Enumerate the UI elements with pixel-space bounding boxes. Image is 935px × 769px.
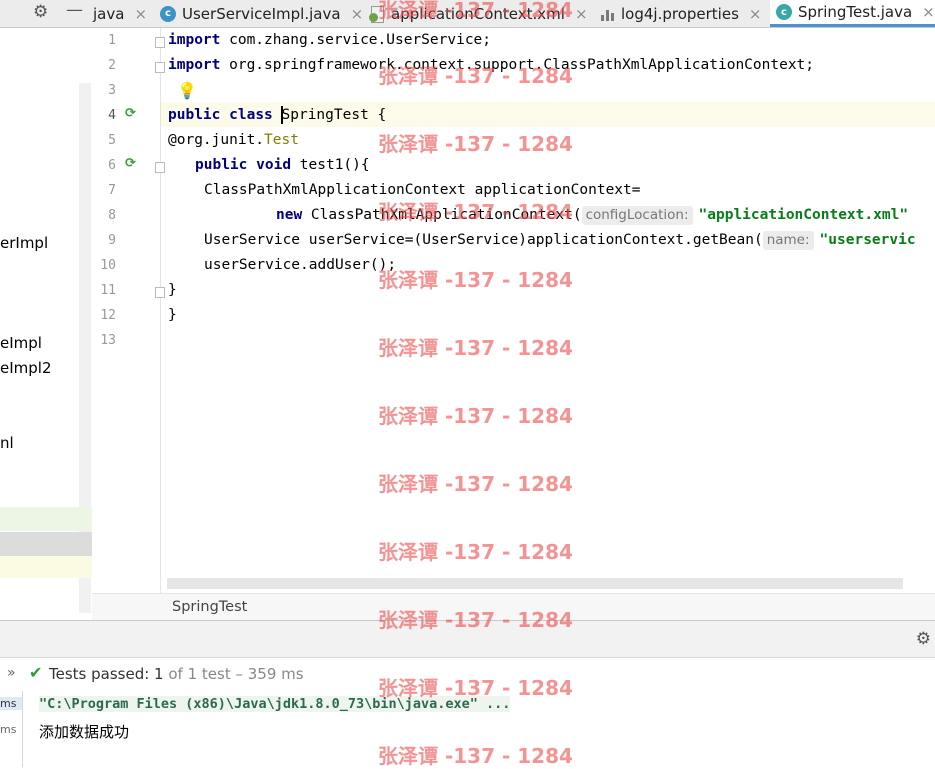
tree-item[interactable]: nl [0,434,79,452]
line-number: 4 [108,108,116,123]
line-number: 9 [108,233,116,248]
expand-chevron-icon[interactable]: » [7,665,16,681]
editor-gutter: 1 2 3 4 5 6 7 8 9 10 11 12 13 ⟳ ⟳ [92,28,165,593]
code-line-12[interactable]: } [168,303,177,328]
line-number: 11 [100,283,116,298]
breadcrumb: SpringTest [92,593,935,620]
line-number: 2 [108,58,116,73]
close-icon[interactable]: × [922,3,935,21]
tab-label: java [93,4,125,23]
code-line-1[interactable]: import com.zhang.service.UserService; [168,28,491,53]
tab-log4j[interactable]: log4j.properties × [599,0,761,27]
java-class-icon: c [776,4,792,20]
close-icon[interactable]: × [575,5,588,23]
close-icon[interactable]: × [749,5,762,23]
timing-label: ms [0,697,22,710]
tab-label: log4j.properties [621,4,739,23]
tab-label: UserServiceImpl.java [182,4,341,23]
tree-highlight-row[interactable] [0,556,92,578]
parameter-hint: name: [762,231,814,250]
tree-selected-row[interactable] [0,532,92,556]
editor-horizontal-scrollbar[interactable] [167,578,903,589]
tab-userserviceimpl[interactable]: c UserServiceImpl.java × [160,0,363,27]
xml-file-icon [369,5,385,23]
line-number: 3 [108,83,116,98]
line-number: 5 [108,133,116,148]
line-number: 7 [108,183,116,198]
line-number: 1 [108,33,116,48]
parameter-hint: configLocation: [581,206,693,225]
console-output-line: 添加数据成功 [39,723,130,741]
lightbulb-icon[interactable]: 💡 [177,81,197,100]
project-tree-panel: erImpl eImpl eImpl2 nl [0,28,93,620]
code-line-8[interactable]: new ClassPathXmlApplicationContext(confi… [276,203,908,228]
tree-item[interactable]: eImpl2 [0,359,79,377]
code-line-10[interactable]: userService.addUser(); [204,253,396,278]
code-line-2[interactable]: import org.springframework.context.suppo… [168,53,814,78]
code-line-6[interactable]: public void test1(){ [195,153,370,178]
minimize-icon[interactable]: — [66,0,83,20]
run-test-icon[interactable]: ⟳ [125,156,136,171]
tree-highlight-row[interactable] [0,507,92,531]
tab-label: applicationContext.xml [391,4,565,23]
close-icon[interactable]: × [351,5,364,23]
code-editor[interactable]: 💡 import com.zhang.service.UserService; … [161,28,935,593]
code-line-11[interactable]: } [168,278,177,303]
tab-label: SpringTest.java [798,3,913,21]
tab-java[interactable]: java × [93,0,147,27]
test-status-bar: » ✔ Tests passed: 1 of 1 test – 359 ms [0,657,935,692]
line-number: 6 [108,158,116,173]
tab-applicationcontext[interactable]: applicationContext.xml × [369,0,588,27]
editor-tab-bar: ⚙ — java × c UserServiceImpl.java × appl… [0,0,935,28]
run-tool-window-header: ⚙ [0,620,935,658]
code-line-5[interactable]: @org.junit.Test [168,128,299,153]
run-test-icon[interactable]: ⟳ [125,106,136,121]
breadcrumb-item[interactable]: SpringTest [172,599,247,615]
test-result-summary: Tests passed: 1 of 1 test – 359 ms [49,665,304,683]
code-line-7[interactable]: ClassPathXmlApplicationContext applicati… [204,178,641,203]
properties-file-icon [599,6,615,22]
line-number: 13 [100,333,116,348]
gear-icon[interactable]: ⚙ [916,629,931,649]
timing-label: ms [0,723,17,736]
code-line-4[interactable]: public class SpringTest { [168,103,386,128]
gear-icon[interactable]: ⚙ [33,2,48,22]
tree-item[interactable]: eImpl [0,334,79,352]
tree-item[interactable]: erImpl [0,234,79,252]
line-number: 8 [108,208,116,223]
check-icon: ✔ [29,663,43,682]
code-line-9[interactable]: UserService userService=(UserService)app… [204,228,916,253]
console-command-line[interactable]: "C:\Program Files (x86)\Java\jdk1.8.0_73… [39,696,511,712]
java-class-icon: c [160,5,176,22]
line-number: 10 [100,258,116,273]
tab-springtest[interactable]: c SpringTest.java × [770,0,935,27]
console-output[interactable]: ms ms "C:\Program Files (x86)\Java\jdk1.… [0,691,935,767]
console-timing-column: ms ms [0,691,23,767]
line-number: 12 [100,308,116,323]
close-icon[interactable]: × [134,5,147,23]
